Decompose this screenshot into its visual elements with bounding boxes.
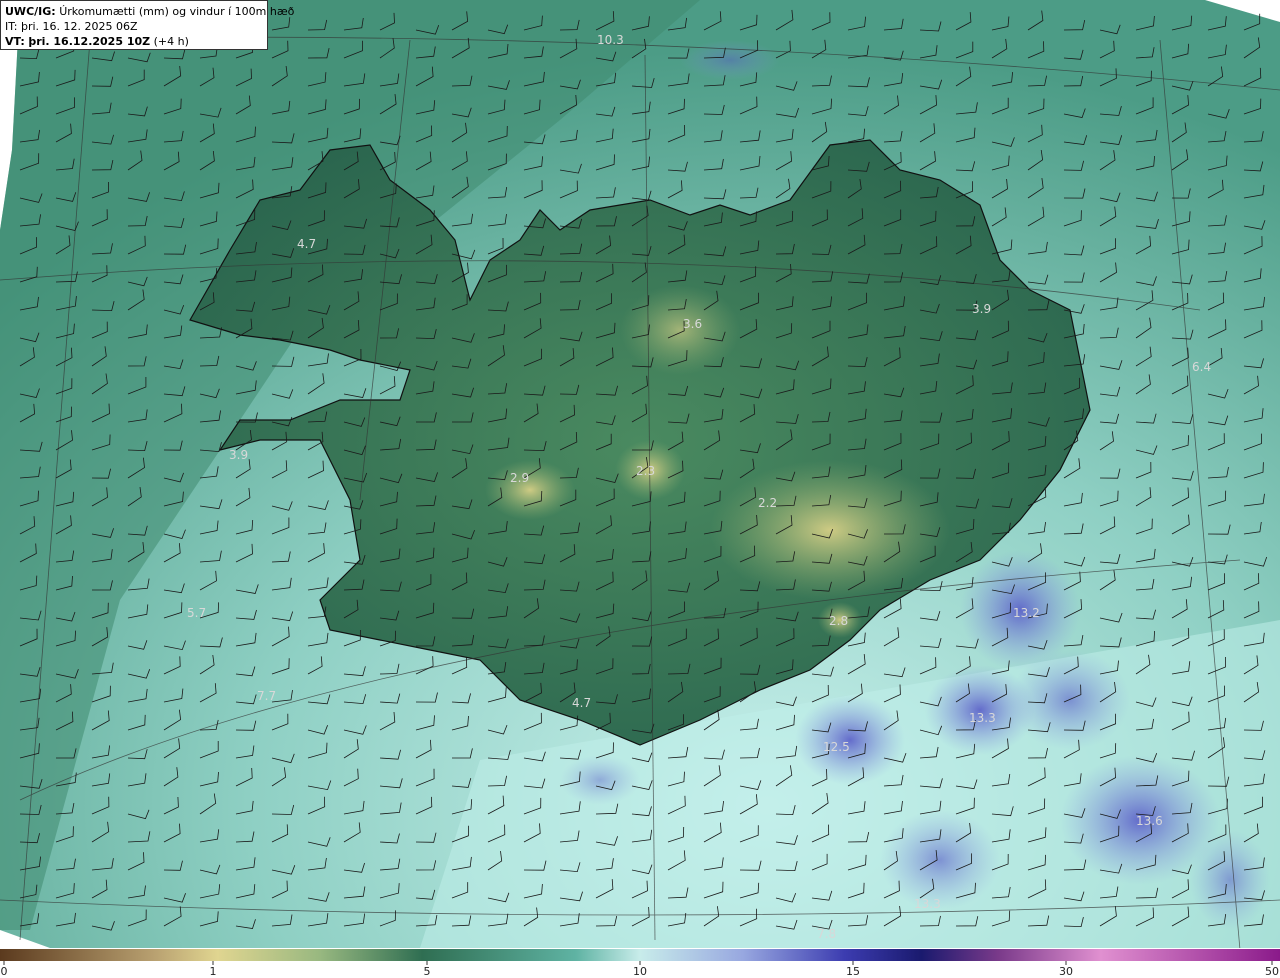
colorbar: 0 1 5 10 15 30 50 [0, 948, 1280, 978]
highland-langjokull [485, 460, 575, 520]
map-viewer: 10.3 4.7 3.6 3.9 6.4 3.9 2.9 2.3 2.2 5.7… [0, 0, 1280, 978]
map-value-label: 2.8 [829, 614, 848, 628]
map-value-label: 2.3 [636, 464, 655, 478]
colorbar-gradient [0, 949, 1280, 961]
map-value-label: 4.7 [297, 237, 316, 251]
map-value-label: 13.2 [1013, 606, 1040, 620]
valid-time-row: VT: þri. 16.12.2025 10Z (+4 h) [5, 34, 263, 49]
valid-prefix: VT: [5, 35, 25, 48]
map-value-label: 7.8 [817, 927, 836, 941]
colorbar-tick-label: 0 [1, 965, 8, 978]
colorbar-tick-label: 1 [210, 965, 217, 978]
colorbar-ticks: 0 1 5 10 15 30 50 [1, 961, 1279, 978]
map-value-label: 13.3 [969, 711, 996, 725]
map-value-label: 13.3 [914, 897, 941, 911]
map-value-label: 10.3 [597, 33, 624, 47]
initial-time: IT: þri. 16. 12. 2025 06Z [5, 20, 138, 33]
colorbar-graphic: 0 1 5 10 15 30 50 [0, 949, 1280, 978]
map-value-label: 3.9 [972, 302, 991, 316]
map-value-label: 6.4 [1192, 360, 1211, 374]
valid-time: þri. 16.12.2025 10Z [28, 35, 151, 48]
map-info-box: UWC/IG: Úrkomumætti (mm) og vindur í 100… [0, 0, 294, 50]
map-value-label: 5.7 [187, 606, 206, 620]
map-value-label: 7.7 [257, 689, 276, 703]
title-row: UWC/IG: Úrkomumætti (mm) og vindur í 100… [5, 4, 294, 19]
precip-blob [795, 695, 905, 785]
precip-blob [1190, 830, 1270, 930]
colorbar-tick-label: 30 [1059, 965, 1073, 978]
precipitation-wind-map[interactable]: 10.3 4.7 3.6 3.9 6.4 3.9 2.9 2.3 2.2 5.7… [0, 0, 1280, 948]
precip-blob [560, 755, 640, 805]
map-value-label: 2.9 [510, 471, 529, 485]
map-value-label: 12.5 [823, 740, 850, 754]
colorbar-tick-label: 15 [846, 965, 860, 978]
colorbar-tick-label: 50 [1265, 965, 1279, 978]
precip-blob [1010, 650, 1130, 750]
highland-vatnajokull [710, 460, 950, 600]
precip-blob [880, 810, 1000, 910]
map-value-label: 2.2 [758, 496, 777, 510]
colorbar-tick-label: 10 [633, 965, 647, 978]
model-prefix: UWC/IG: [5, 5, 56, 18]
map-value-label: 4.7 [572, 696, 591, 710]
colorbar-tick-label: 5 [424, 965, 431, 978]
map-value-label: 3.6 [683, 317, 702, 331]
lead-time: (+4 h) [153, 35, 189, 48]
map-value-label: 3.9 [229, 448, 248, 462]
map-value-label: 13.6 [1136, 814, 1163, 828]
product-title: Úrkomumætti (mm) og vindur í 100m hæð [59, 5, 295, 18]
precip-blob [680, 40, 780, 80]
